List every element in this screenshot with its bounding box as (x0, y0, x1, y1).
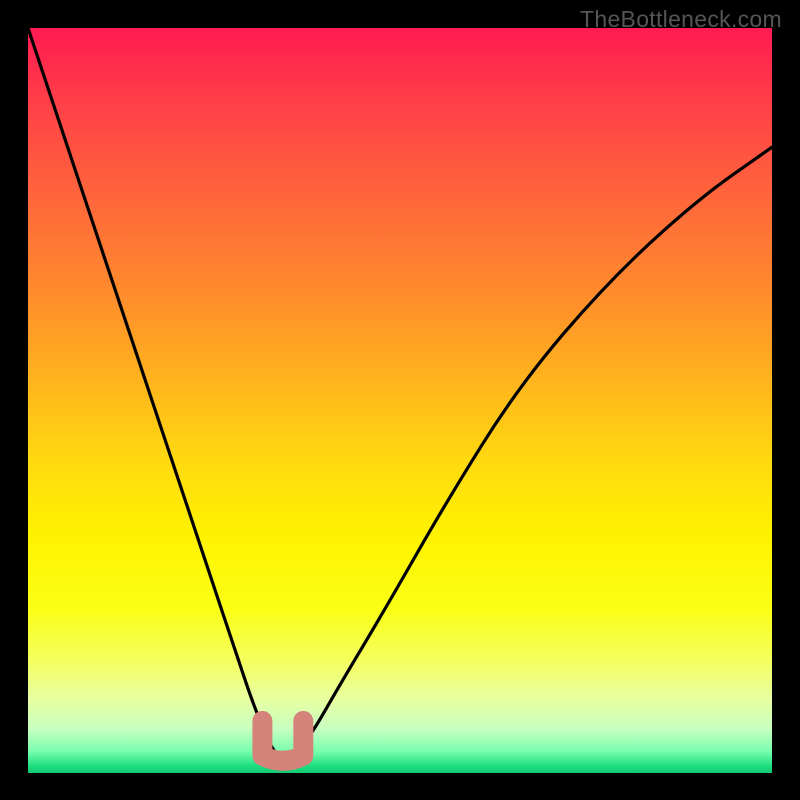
chart-container: TheBottleneck.com (0, 0, 800, 800)
vertex-marker (262, 721, 303, 761)
watermark-text: TheBottleneck.com (580, 6, 782, 33)
plot-area (28, 28, 772, 773)
bottleneck-curve-line (28, 28, 772, 758)
curve-svg (28, 28, 772, 773)
